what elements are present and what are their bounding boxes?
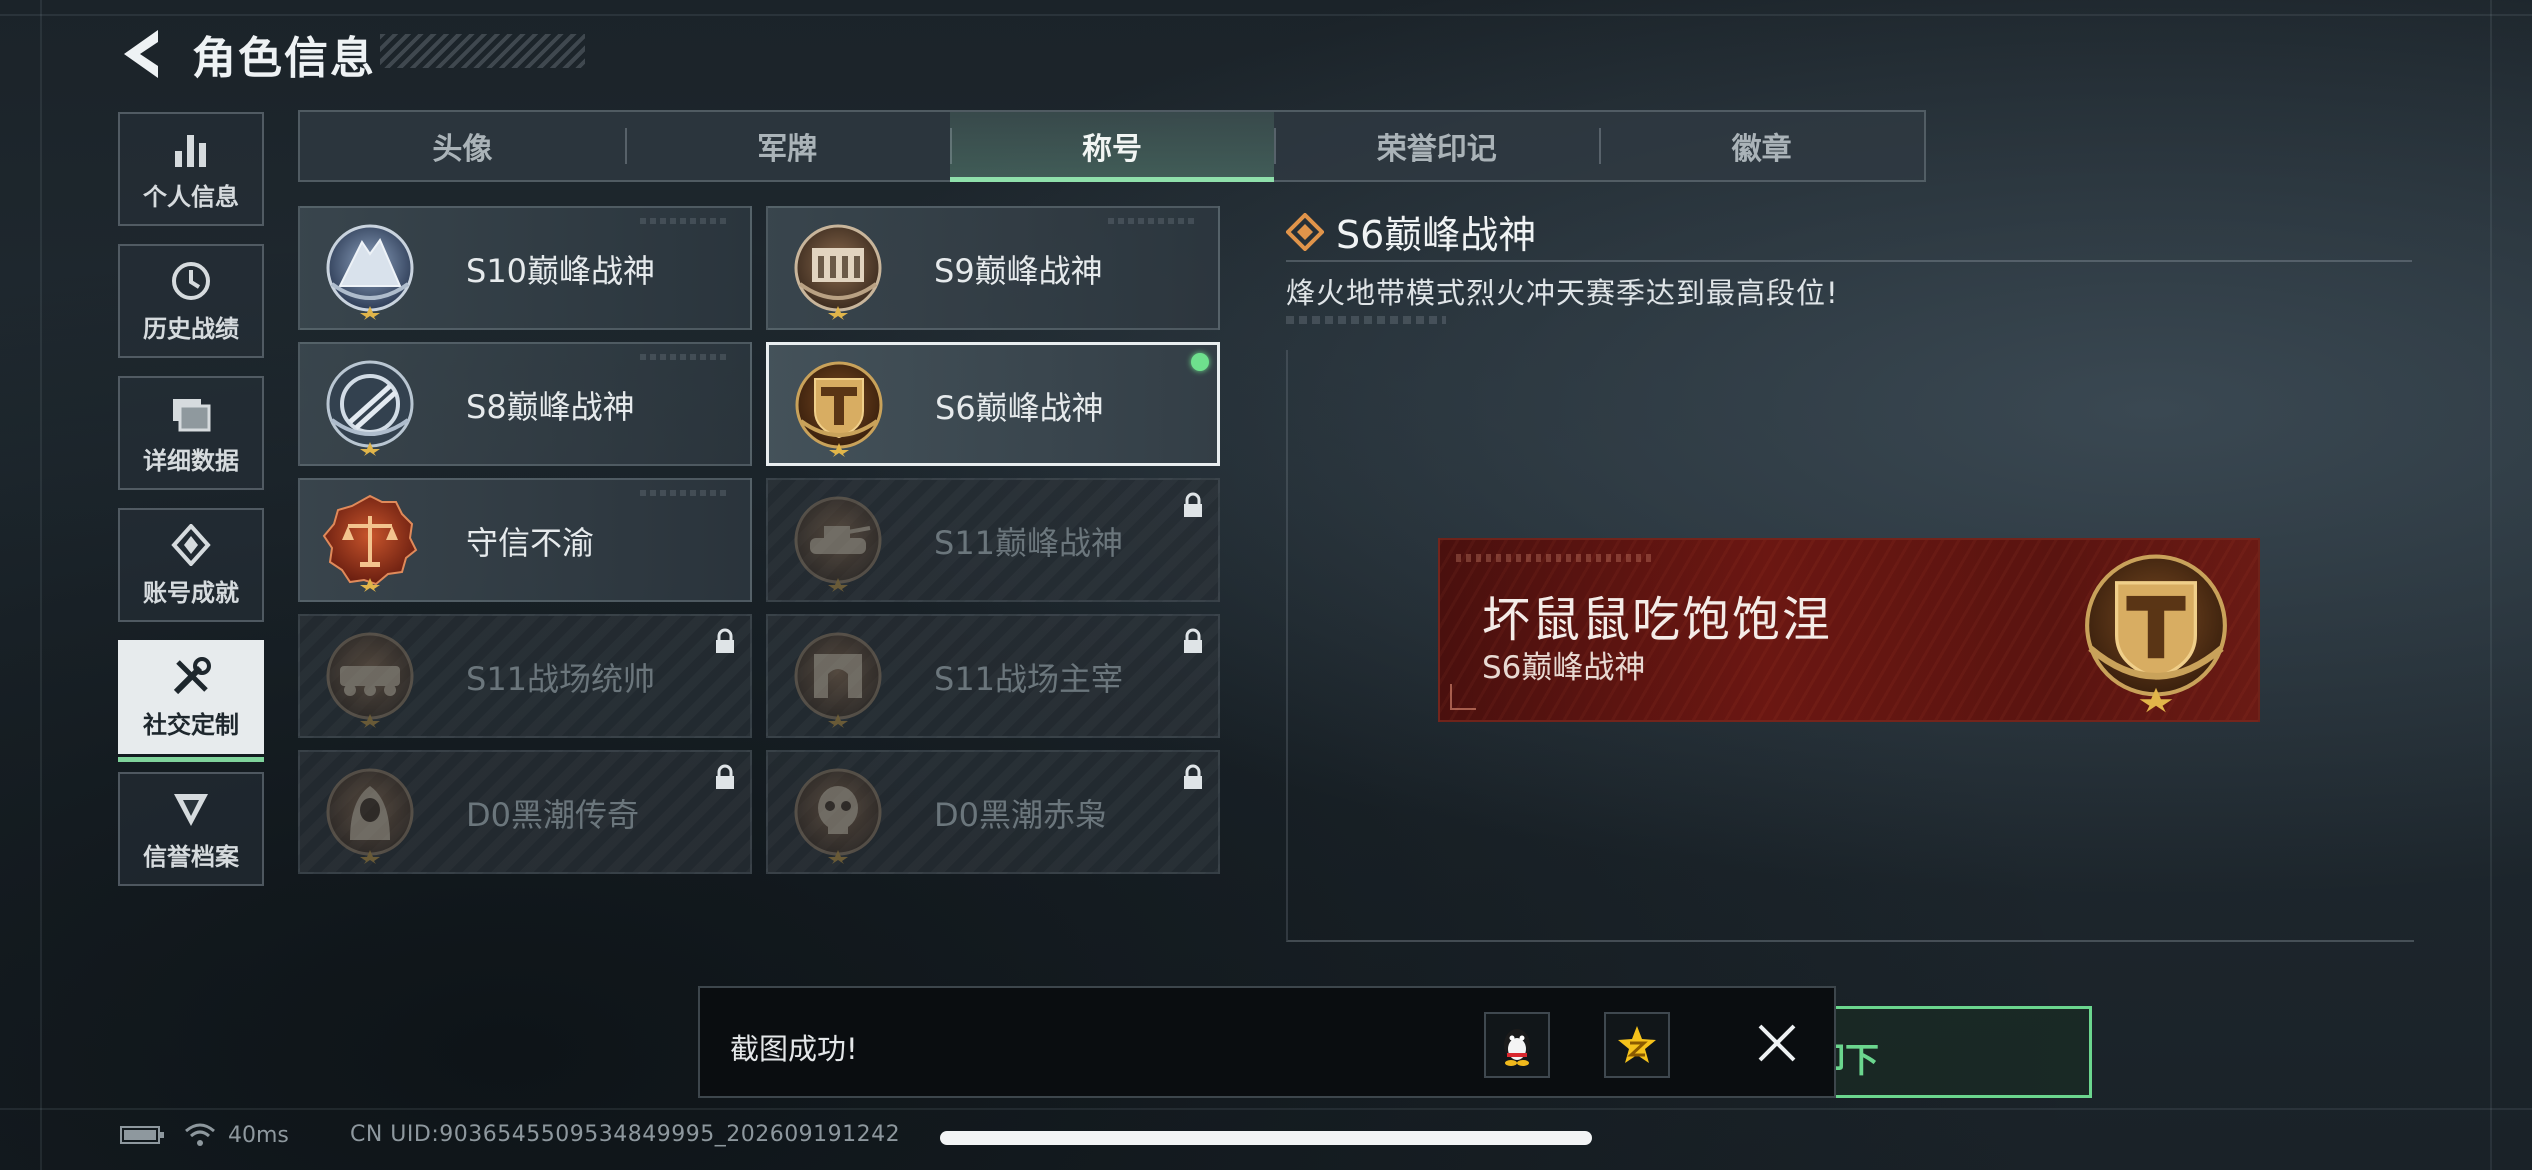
tab-title[interactable]: 称号: [949, 112, 1275, 182]
detail-description: 烽火地带模式烈火冲天赛季达到最高段位!: [1286, 276, 1839, 310]
share-qq-button[interactable]: [1484, 1012, 1550, 1078]
t-shield-emblem-icon: [2085, 554, 2227, 713]
toast-message: 截图成功!: [730, 1032, 858, 1066]
ruins-emblem-icon: [794, 224, 882, 320]
banner-title: S6巅峰战神: [1482, 650, 1646, 686]
card-decoration: [640, 354, 730, 360]
t-shield-emblem-icon: [795, 361, 883, 457]
sidebar-item-detailed-data[interactable]: 详细数据: [118, 376, 264, 490]
screenshot-toast: 截图成功!: [698, 986, 1836, 1098]
title-card-locked[interactable]: S11巅峰战神: [766, 478, 1220, 602]
lock-icon: [1184, 764, 1202, 789]
sidebar-item-personal-info[interactable]: 个人信息: [118, 112, 264, 226]
bar-chart-icon: [169, 127, 213, 171]
apc-emblem-icon: [326, 632, 414, 728]
banner-decoration: [1456, 554, 1656, 562]
title-name: S10巅峰战神: [466, 252, 656, 290]
battery-icon: [120, 1126, 164, 1144]
lock-icon: [1184, 492, 1202, 517]
tab-honor-mark[interactable]: 荣誉印记: [1274, 112, 1599, 180]
sidebar-item-label: 详细数据: [143, 446, 239, 475]
tab-badge[interactable]: 徽章: [1599, 112, 1924, 180]
card-decoration: [1108, 218, 1198, 224]
status-bar: 40ms: [120, 1122, 289, 1148]
frame-line-top: [0, 14, 2532, 16]
title-name: S11战场统帅: [466, 660, 656, 698]
sidebar-item-credit-record[interactable]: 信誉档案: [118, 772, 264, 886]
title-name: S11巅峰战神: [934, 524, 1124, 562]
title-card[interactable]: S10巅峰战神: [298, 206, 752, 330]
title-card-locked[interactable]: D0黑潮传奇: [298, 750, 752, 874]
title-card-locked[interactable]: S11战场主宰: [766, 614, 1220, 738]
detail-header: S6巅峰战神: [1286, 204, 1536, 259]
title-card-locked[interactable]: D0黑潮赤枭: [766, 750, 1220, 874]
sidebar-item-label: 账号成就: [143, 578, 239, 607]
sidebar-item-label: 社交定制: [143, 710, 239, 739]
arch-emblem-icon: [794, 632, 882, 728]
title-name: S6巅峰战神: [935, 389, 1104, 427]
achievement-icon: [169, 523, 213, 567]
title-name: D0黑潮传奇: [466, 796, 640, 834]
title-card-selected[interactable]: S6巅峰战神: [766, 342, 1220, 466]
qzone-star-icon: [1618, 1026, 1656, 1063]
back-button[interactable]: [118, 26, 168, 82]
detail-decoration: [1286, 316, 1446, 324]
title-name: 守信不渝: [466, 524, 595, 562]
frame-line-right: [2490, 0, 2492, 1170]
crossed-rifles-emblem-icon: [326, 360, 414, 456]
title-name: S8巅峰战神: [466, 388, 635, 426]
tab-avatar[interactable]: 头像: [300, 112, 625, 180]
tank-emblem-icon: [794, 496, 882, 592]
folder-data-icon: [169, 391, 213, 435]
lock-icon: [1184, 628, 1202, 653]
mountain-emblem-icon: [326, 224, 414, 320]
title-preview-banner: 坏鼠鼠吃饱饱涅 S6巅峰战神: [1438, 538, 2260, 722]
frame-line-bottom: [0, 1108, 2532, 1110]
title-name: D0黑潮赤枭: [934, 796, 1108, 834]
title-name: S9巅峰战神: [934, 252, 1103, 290]
lock-icon: [716, 628, 734, 653]
category-tabs: 头像 军牌 称号 荣誉印记 徽章: [298, 110, 1926, 182]
title-card[interactable]: S9巅峰战神: [766, 206, 1220, 330]
tab-dog-tag[interactable]: 军牌: [624, 112, 950, 180]
user-uid: CN UID:9036545509534849995_202609191242: [350, 1122, 901, 1147]
player-name: 坏鼠鼠吃饱饱涅: [1482, 592, 1833, 648]
qq-penguin-icon: [1504, 1029, 1530, 1066]
home-indicator[interactable]: [940, 1131, 1592, 1145]
close-icon: [1758, 1024, 1796, 1062]
divider: [1286, 260, 2412, 262]
diamond-icon: [1286, 212, 1324, 251]
toast-close-button[interactable]: [1752, 1018, 1802, 1068]
equipped-indicator: [1191, 353, 1209, 371]
sidebar-item-achievements[interactable]: 账号成就: [118, 508, 264, 622]
history-clock-icon: [169, 259, 213, 303]
title-card[interactable]: S8巅峰战神: [298, 342, 752, 466]
ping-value: 40ms: [228, 1122, 289, 1148]
wrench-screwdriver-icon: [169, 655, 213, 699]
detail-title: S6巅峰战神: [1336, 213, 1537, 257]
frame-line-left: [40, 0, 42, 1170]
card-decoration: [640, 490, 730, 496]
hooded-figure-emblem-icon: [326, 768, 414, 864]
scales-emblem-icon: [322, 494, 418, 592]
sidebar-item-history[interactable]: 历史战绩: [118, 244, 264, 358]
back-arrow-icon: [124, 30, 158, 78]
sidebar-item-label: 信誉档案: [143, 842, 239, 871]
title-card-locked[interactable]: S11战场统帅: [298, 614, 752, 738]
sidebar-item-social-custom[interactable]: 社交定制: [118, 640, 264, 762]
title-card[interactable]: 守信不渝: [298, 478, 752, 602]
card-decoration: [640, 218, 730, 224]
title-name: S11战场主宰: [934, 660, 1124, 698]
wifi-icon: [185, 1123, 215, 1146]
sidebar-item-label: 个人信息: [143, 182, 239, 211]
banner-corner: [1450, 684, 1476, 710]
title-decoration: [380, 34, 585, 68]
lock-icon: [716, 764, 734, 789]
share-qzone-button[interactable]: [1604, 1012, 1670, 1078]
page-title: 角色信息: [192, 33, 376, 84]
credit-shield-icon: [169, 787, 213, 831]
sidebar-item-label: 历史战绩: [143, 314, 239, 343]
skull-emblem-icon: [794, 768, 882, 864]
